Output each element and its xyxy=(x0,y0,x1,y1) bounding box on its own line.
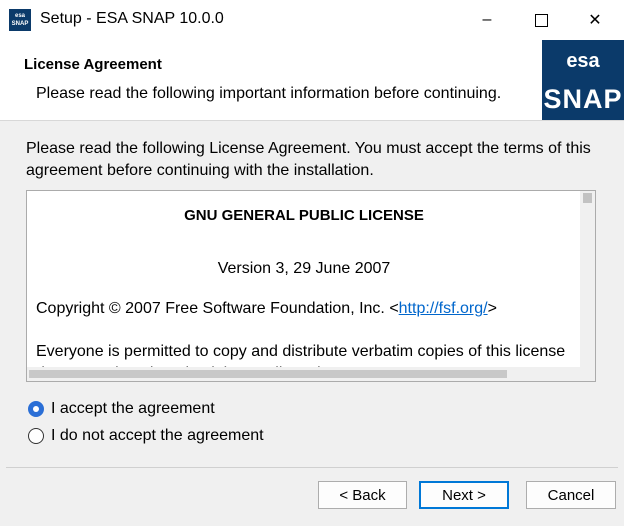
page-subtitle: Please read the following important info… xyxy=(36,85,502,102)
close-button[interactable]: ✕ xyxy=(572,0,618,40)
accept-label[interactable]: I accept the agreement xyxy=(51,400,215,418)
copyright-suffix: > xyxy=(487,300,497,317)
license-version: Version 3, 29 June 2007 xyxy=(217,260,391,277)
snap-app-icon: esa SNAP xyxy=(9,9,31,31)
license-intro-text: Please read the following License Agreem… xyxy=(26,140,591,179)
next-button[interactable]: Next > xyxy=(419,481,509,509)
cancel-button[interactable]: Cancel xyxy=(526,481,616,509)
horizontal-scrollbar[interactable] xyxy=(27,367,595,381)
decline-radio[interactable] xyxy=(28,428,44,444)
title-bar: esa SNAP Setup - ESA SNAP 10.0.0 – ✕ xyxy=(0,0,624,40)
minimize-button[interactable]: – xyxy=(464,0,510,40)
back-button[interactable]: < Back xyxy=(318,481,407,509)
decline-label[interactable]: I do not accept the agreement xyxy=(51,427,264,445)
footer-divider xyxy=(6,467,618,468)
vertical-scroll-thumb[interactable] xyxy=(583,193,592,203)
horizontal-scroll-thumb[interactable] xyxy=(29,370,507,378)
logo-snap-text: SNAP xyxy=(543,84,623,114)
page-title: License Agreement xyxy=(24,56,162,73)
accept-radio[interactable] xyxy=(28,401,44,417)
logo-esa-text: esa xyxy=(566,50,600,72)
copyright-prefix: Copyright © 2007 Free Software Foundatio… xyxy=(36,300,399,317)
license-text-box[interactable]: GNU GENERAL PUBLIC LICENSE Version 3, 29… xyxy=(26,190,596,382)
window-title: Setup - ESA SNAP 10.0.0 xyxy=(40,10,224,27)
decline-option[interactable]: I do not accept the agreement xyxy=(28,427,264,445)
license-permission-text: Everyone is permitted to copy and distri… xyxy=(36,343,566,367)
accept-option[interactable]: I accept the agreement xyxy=(28,400,215,418)
esa-snap-logo: esa SNAP xyxy=(542,40,624,120)
license-content: GNU GENERAL PUBLIC LICENSE Version 3, 29… xyxy=(27,191,581,367)
page-header: License Agreement Please read the follow… xyxy=(0,40,624,121)
maximize-icon xyxy=(534,13,548,27)
license-copyright: Copyright © 2007 Free Software Foundatio… xyxy=(36,300,497,318)
fsf-link[interactable]: http://fsf.org/ xyxy=(399,300,488,317)
maximize-button[interactable] xyxy=(518,0,564,40)
license-title: GNU GENERAL PUBLIC LICENSE xyxy=(184,207,424,224)
vertical-scrollbar[interactable] xyxy=(580,191,595,367)
